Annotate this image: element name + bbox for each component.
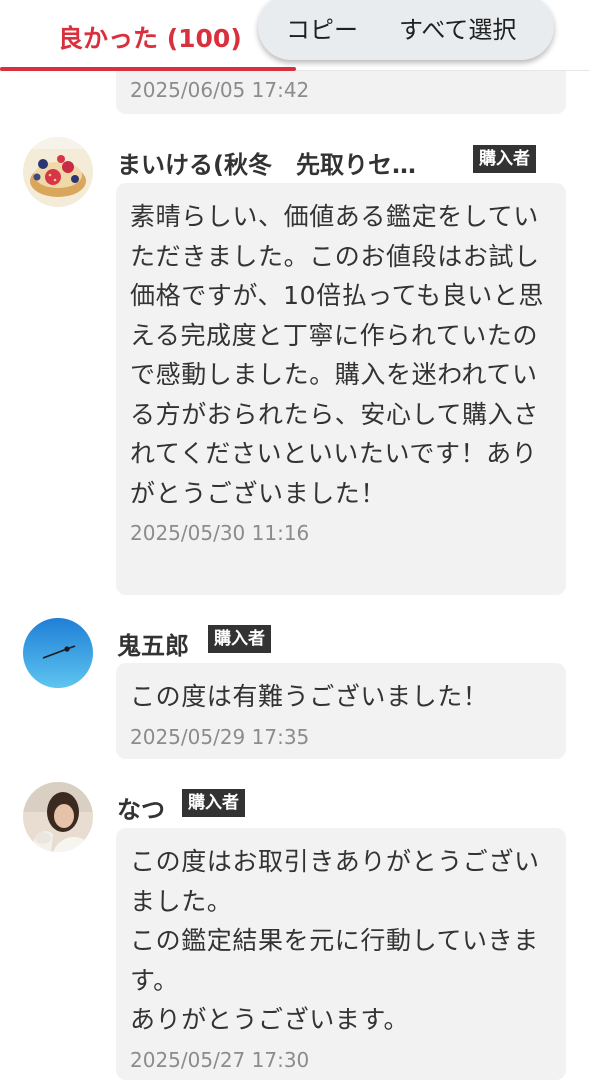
buyer-badge: 購入者 <box>208 625 271 653</box>
review-text: 素晴らしい、価値ある鑑定をしていただきました。このお値段はお試し価格ですが、10… <box>130 202 545 508</box>
reviewer-avatar[interactable] <box>23 618 93 688</box>
reviewer-name[interactable]: まいける(秋冬 先取りセ… <box>117 145 416 180</box>
review-feed[interactable]: 2025/06/05 17:42 まいける(秋冬 先取りセ… 購入者 素晴らしい… <box>0 0 590 1080</box>
reviewer-avatar[interactable] <box>23 137 93 207</box>
reviewer-avatar[interactable] <box>23 782 93 852</box>
buyer-badge: 購入者 <box>473 145 536 173</box>
review-text: この度は有難うございました！ <box>130 682 489 711</box>
reviewer-name[interactable]: 鬼五郎 <box>117 626 189 661</box>
select-all-button[interactable]: すべて選択 <box>399 10 516 45</box>
buyer-badge: 購入者 <box>182 789 245 817</box>
review-text: この度はお取引きありがとうございました。 この鑑定結果を元に行動していきます。 … <box>130 847 540 1034</box>
avatar-sky-image <box>23 618 93 688</box>
tab-good-reviews[interactable]: 良かった (100) <box>0 0 296 71</box>
review-bubble: この度はお取引きありがとうございました。 この鑑定結果を元に行動していきます。 … <box>116 828 566 1080</box>
reviewer-name[interactable]: なつ <box>117 790 165 825</box>
review-bubble: この度は有難うございました！ 2025/05/29 17:35 <box>116 663 566 759</box>
avatar-pancake-image <box>23 137 93 207</box>
tab-active-underline <box>0 67 296 71</box>
copy-button[interactable]: コピー <box>286 10 358 45</box>
text-selection-popup: コピー すべて選択 <box>258 0 554 60</box>
review-date: 2025/05/27 17:30 <box>130 1047 310 1072</box>
review-date: 2025/05/29 17:35 <box>130 724 310 749</box>
avatar-person-image <box>23 782 93 852</box>
review-bubble: 素晴らしい、価値ある鑑定をしていただきました。このお値段はお試し価格ですが、10… <box>116 183 566 595</box>
review-page: 2025/06/05 17:42 まいける(秋冬 先取りセ… 購入者 素晴らしい… <box>0 0 590 1080</box>
tab-good-label: 良かった (100) <box>58 24 242 53</box>
review-date: 2025/06/05 17:42 <box>130 78 310 102</box>
review-date: 2025/05/30 11:16 <box>130 521 310 545</box>
